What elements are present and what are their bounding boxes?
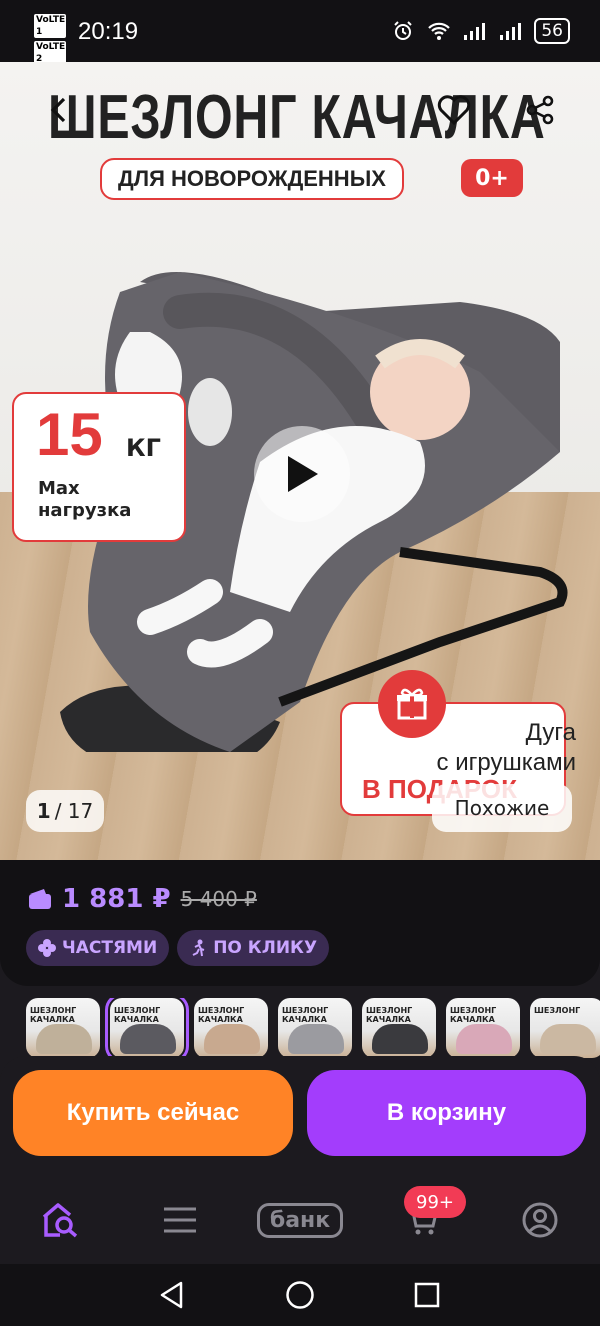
menu-icon [164, 1207, 196, 1233]
one-click-badge[interactable]: ПО КЛИКУ [177, 930, 330, 966]
wifi-icon [426, 19, 452, 43]
bottom-tab-bar: банк 99+ [0, 1174, 600, 1264]
thumbnail-seat [120, 1024, 176, 1054]
cart-count-badge: 99+ [404, 1186, 466, 1218]
wallet-icon [29, 889, 51, 909]
thumbnail-title: ШЕЗЛОНГ КАЧАЛКА [114, 1006, 161, 1024]
payment-badges: ЧАСТЯМИ ПО КЛИКУ [26, 930, 330, 966]
product-image-gallery[interactable]: ШЕЗЛОНГ КАЧАЛКА ДЛЯ НОВОРОЖДЕННЫХ 0+ 15 … [0, 62, 600, 860]
home-search-icon [42, 1203, 78, 1238]
thumbnail-title: ШЕЗЛОНГ КАЧАЛКА [30, 1006, 77, 1024]
thumbnail[interactable]: ШЕЗЛОНГ [530, 998, 600, 1058]
thumbnail-seat [372, 1024, 428, 1054]
thumbnail-title: ШЕЗЛОНГ КАЧАЛКА [282, 1006, 329, 1024]
favorite-button[interactable] [430, 86, 478, 134]
signal-2-icon [498, 19, 524, 43]
similar-button[interactable]: Похожие [432, 784, 572, 832]
volte-indicators: VoLTE 1 VoLTE 2 [34, 14, 70, 68]
gallery-counter-total: / 17 [54, 799, 94, 823]
system-nav-bar [0, 1264, 600, 1326]
add-to-cart-button[interactable]: В корзину [307, 1070, 586, 1156]
thumbnail-seat [36, 1024, 92, 1054]
action-bar: Купить сейчас В корзину [0, 1056, 600, 1174]
volte-1-label: VoLTE 1 [34, 14, 66, 38]
back-button[interactable] [36, 86, 84, 134]
share-icon [526, 95, 554, 125]
thumbnail-title: ШЕЗЛОНГ КАЧАЛКА [198, 1006, 245, 1024]
buy-now-button[interactable]: Купить сейчас [13, 1070, 293, 1156]
thumbnail-seat [288, 1024, 344, 1054]
nav-back-button[interactable] [154, 1278, 188, 1312]
thumbnail[interactable]: ШЕЗЛОНГ КАЧАЛКА [278, 998, 352, 1058]
thumbnail-title: ШЕЗЛОНГ КАЧАЛКА [450, 1006, 497, 1024]
price-current: 1 881 ₽ [62, 884, 171, 914]
circle-home-icon [286, 1281, 314, 1309]
thumbnail[interactable]: ШЕЗЛОНГ КАЧАЛКА [26, 998, 100, 1058]
thumbnail-strip[interactable]: ШЕЗЛОНГ КАЧАЛКА ШЕЗЛОНГ КАЧАЛКА ШЕЗЛОНГ … [0, 998, 600, 1060]
signal-1-icon [462, 19, 488, 43]
nav-recents-button[interactable] [410, 1278, 444, 1312]
thumbnail[interactable]: ШЕЗЛОНГ КАЧАЛКА [362, 998, 436, 1058]
installments-badge[interactable]: ЧАСТЯМИ [26, 930, 170, 966]
max-load-text-line1: Max [38, 478, 80, 499]
age-badge: 0+ [461, 159, 523, 197]
thumbnail-title: ШЕЗЛОНГ КАЧАЛКА [366, 1006, 413, 1024]
gallery-counter: 1 / 17 [26, 790, 104, 832]
thumbnail[interactable]: ШЕЗЛОНГ КАЧАЛКА [446, 998, 520, 1058]
nav-home-button[interactable] [283, 1278, 317, 1312]
price-card: 1 881 ₽ 5 400 ₽ ЧАСТЯМИ ПО КЛИКУ [0, 860, 600, 986]
max-load-value: 15 [36, 401, 103, 468]
bank-label: банк [256, 1202, 344, 1238]
thumbnail-seat [540, 1024, 596, 1054]
clover-icon [38, 939, 56, 957]
max-load-card: 15 КГ Max нагрузка [12, 392, 186, 542]
max-load-unit: КГ [126, 434, 161, 462]
max-load-text: Max нагрузка [38, 478, 131, 522]
gallery-counter-current: 1 [36, 799, 51, 823]
play-icon [288, 456, 318, 492]
tab-catalog[interactable] [150, 1190, 210, 1250]
thumbnail-selected[interactable]: ШЕЗЛОНГ КАЧАЛКА [105, 998, 189, 1060]
profile-icon [522, 1202, 558, 1238]
price-old: 5 400 ₽ [180, 887, 257, 911]
gift-text-line1: Дуга [525, 719, 576, 746]
tab-home[interactable] [30, 1190, 90, 1250]
thumbnail[interactable]: ШЕЗЛОНГ КАЧАЛКА [194, 998, 268, 1058]
square-recents-icon [414, 1282, 440, 1308]
thumbnail-seat [204, 1024, 260, 1054]
price-row: 1 881 ₽ 5 400 ₽ [28, 884, 257, 914]
max-load-text-line2: нагрузка [38, 500, 132, 521]
play-video-button[interactable] [254, 426, 350, 522]
running-person-icon [192, 939, 205, 957]
triangle-back-icon [160, 1281, 183, 1309]
hero-subtitle: ДЛЯ НОВОРОЖДЕННЫХ [100, 158, 404, 200]
alarm-icon [390, 19, 416, 43]
gift-text: Дуга с игрушками [437, 718, 576, 778]
share-button[interactable] [516, 86, 564, 134]
chevron-left-icon [50, 97, 66, 123]
one-click-label: ПО КЛИКУ [213, 938, 318, 958]
tab-bank[interactable]: банк [256, 1190, 344, 1250]
installments-label: ЧАСТЯМИ [62, 938, 158, 958]
thumbnail-title: ШЕЗЛОНГ [534, 1006, 581, 1015]
thumbnail-seat [456, 1024, 512, 1054]
battery-indicator: 56 [534, 18, 570, 44]
status-bar: VoLTE 1 VoLTE 2 20:19 56 [0, 0, 600, 65]
status-time: 20:19 [78, 18, 139, 45]
heart-icon [437, 95, 471, 125]
tab-profile[interactable] [510, 1190, 570, 1250]
status-icons: 56 [390, 18, 570, 44]
